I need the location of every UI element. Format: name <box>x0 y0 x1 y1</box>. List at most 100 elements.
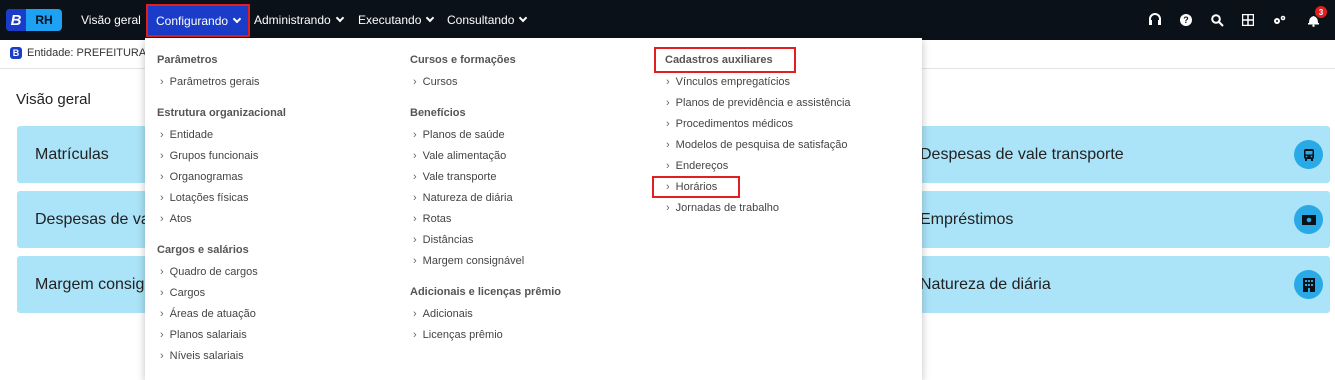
arrow-right-icon: › <box>413 255 417 267</box>
card-natureza-diaria[interactable]: Natureza de diária <box>920 256 1330 313</box>
arrow-right-icon: › <box>160 266 164 278</box>
menu-item-label: Endereços <box>675 160 729 172</box>
menu-item-label: Adicionais <box>422 308 473 320</box>
menu-item-label: Distâncias <box>422 234 474 246</box>
menu-item-jornadas[interactable]: › Jornadas de trabalho <box>666 202 779 214</box>
menu-item-label: Organogramas <box>169 171 244 183</box>
menu-item-label: Cargos <box>169 287 206 299</box>
menu-item-label: Margem consignável <box>422 255 525 267</box>
card-emprestimos[interactable]: Empréstimos <box>920 191 1330 248</box>
menu-item-planos-salariais[interactable]: › Planos salariais <box>160 329 247 341</box>
chevron-down-icon <box>519 13 528 23</box>
menu-item-modelos-pesquisa[interactable]: › Modelos de pesquisa de satisfação <box>666 139 848 151</box>
help-icon[interactable]: ? <box>1178 12 1194 28</box>
menu-section-cadastros-auxiliares: Cadastros auxiliares <box>654 47 796 73</box>
page-title: Visão geral <box>16 91 91 108</box>
menu-item-quadro-cargos[interactable]: › Quadro de cargos <box>160 266 258 278</box>
arrow-right-icon: › <box>160 150 164 162</box>
card-matriculas[interactable]: Matrículas <box>17 126 147 183</box>
menu-item-cursos[interactable]: › Cursos <box>413 76 458 88</box>
support-icon[interactable] <box>1147 12 1163 28</box>
arrow-right-icon: › <box>160 350 164 362</box>
cash-icon <box>1294 205 1323 234</box>
settings-icon[interactable] <box>1271 12 1287 28</box>
logo-letter: B <box>6 9 26 31</box>
menu-item-organogramas[interactable]: › Organogramas <box>160 171 243 183</box>
menu-item-vale-alimentacao[interactable]: › Vale alimentação <box>413 150 506 162</box>
arrow-right-icon: › <box>160 192 164 204</box>
menu-item-horarios[interactable]: › Horários <box>652 176 740 198</box>
entity-badge: B <box>10 47 22 59</box>
card-label: Despesas de vale transporte <box>920 145 1124 163</box>
menu-item-entidade[interactable]: › Entidade <box>160 129 213 141</box>
menu-item-vale-transporte[interactable]: › Vale transporte <box>413 171 496 183</box>
entity-bar[interactable]: B Entidade: PREFEITURA D <box>10 46 157 60</box>
menu-item-distancias[interactable]: › Distâncias <box>413 234 473 246</box>
menu-section-estrutura: Estrutura organizacional <box>157 107 286 119</box>
nav-label: Consultando <box>447 13 515 27</box>
menu-item-vinculos[interactable]: › Vínculos empregatícios <box>666 76 790 88</box>
card-margem-consignavel[interactable]: Margem consig <box>17 256 147 313</box>
menu-item-margem-consignavel[interactable]: › Margem consignável <box>413 255 524 267</box>
app-logo[interactable]: B RH <box>6 9 62 31</box>
menu-item-label: Modelos de pesquisa de satisfação <box>675 139 848 151</box>
menu-item-adicionais[interactable]: › Adicionais <box>413 308 473 320</box>
menu-item-label: Atos <box>169 213 192 225</box>
card-label: Matrículas <box>35 145 109 163</box>
arrow-right-icon: › <box>413 234 417 246</box>
menu-item-areas-atuacao[interactable]: › Áreas de atuação <box>160 308 256 320</box>
arrow-right-icon: › <box>666 118 670 130</box>
chevron-down-icon <box>232 14 242 23</box>
notifications-icon[interactable]: 3 <box>1305 6 1327 28</box>
arrow-right-icon: › <box>666 160 670 172</box>
menu-item-label: Entidade <box>169 129 214 141</box>
menu-item-planos-saude[interactable]: › Planos de saúde <box>413 129 505 141</box>
menu-item-lotacoes-fisicas[interactable]: › Lotações físicas <box>160 192 249 204</box>
menu-item-procedimentos-medicos[interactable]: › Procedimentos médicos <box>666 118 793 130</box>
nav-label: Administrando <box>254 13 331 27</box>
arrow-right-icon: › <box>413 129 417 141</box>
menu-item-cargos[interactable]: › Cargos <box>160 287 205 299</box>
apps-grid-icon[interactable] <box>1240 12 1256 28</box>
card-label: Empréstimos <box>920 210 1014 228</box>
menu-item-label: Cursos <box>422 76 458 88</box>
menu-item-atos[interactable]: › Atos <box>160 213 192 225</box>
nav-visao-geral[interactable]: Visão geral <box>81 0 141 40</box>
menu-item-label: Quadro de cargos <box>169 266 258 278</box>
search-icon[interactable] <box>1209 12 1225 28</box>
menu-item-parametros-gerais[interactable]: › Parâmetros gerais <box>160 76 260 88</box>
menu-item-rotas[interactable]: › Rotas <box>413 213 451 225</box>
card-label: Despesas de val <box>35 210 147 228</box>
card-despesas-vale[interactable]: Despesas de val <box>17 191 147 248</box>
arrow-right-icon: › <box>160 213 164 225</box>
menu-section-parametros: Parâmetros <box>157 54 218 66</box>
nav-executando[interactable]: Executando <box>358 0 435 40</box>
top-navbar: B RH Visão geral Configurando Administra… <box>0 0 1335 40</box>
menu-item-label: Licenças prêmio <box>422 329 503 341</box>
arrow-right-icon: › <box>413 308 417 320</box>
menu-item-label: Lotações físicas <box>169 192 249 204</box>
arrow-right-icon: › <box>413 171 417 183</box>
nav-consultando[interactable]: Consultando <box>447 0 528 40</box>
menu-item-planos-previdencia[interactable]: › Planos de previdência e assistência <box>666 97 851 109</box>
nav-administrando[interactable]: Administrando <box>254 0 344 40</box>
menu-item-enderecos[interactable]: › Endereços <box>666 160 728 172</box>
menu-item-grupos-funcionais[interactable]: › Grupos funcionais <box>160 150 258 162</box>
menu-item-label: Vale alimentação <box>422 150 507 162</box>
menu-section-cargos-salarios: Cargos e salários <box>157 244 249 256</box>
menu-item-label: Planos de saúde <box>422 129 505 141</box>
arrow-right-icon: › <box>160 76 164 88</box>
arrow-right-icon: › <box>160 171 164 183</box>
menu-item-label: Níveis salariais <box>169 350 244 362</box>
arrow-right-icon: › <box>160 308 164 320</box>
notification-badge: 3 <box>1315 6 1327 18</box>
arrow-right-icon: › <box>160 129 164 141</box>
menu-item-niveis-salariais[interactable]: › Níveis salariais <box>160 350 244 362</box>
menu-item-licencas-premio[interactable]: › Licenças prêmio <box>413 329 503 341</box>
arrow-right-icon: › <box>666 97 670 109</box>
menu-item-natureza-diaria[interactable]: › Natureza de diária <box>413 192 513 204</box>
card-despesas-vale-transporte[interactable]: Despesas de vale transporte <box>920 126 1330 183</box>
nav-label: Configurando <box>156 13 229 28</box>
arrow-right-icon: › <box>160 287 164 299</box>
nav-configurando[interactable]: Configurando <box>146 4 251 37</box>
